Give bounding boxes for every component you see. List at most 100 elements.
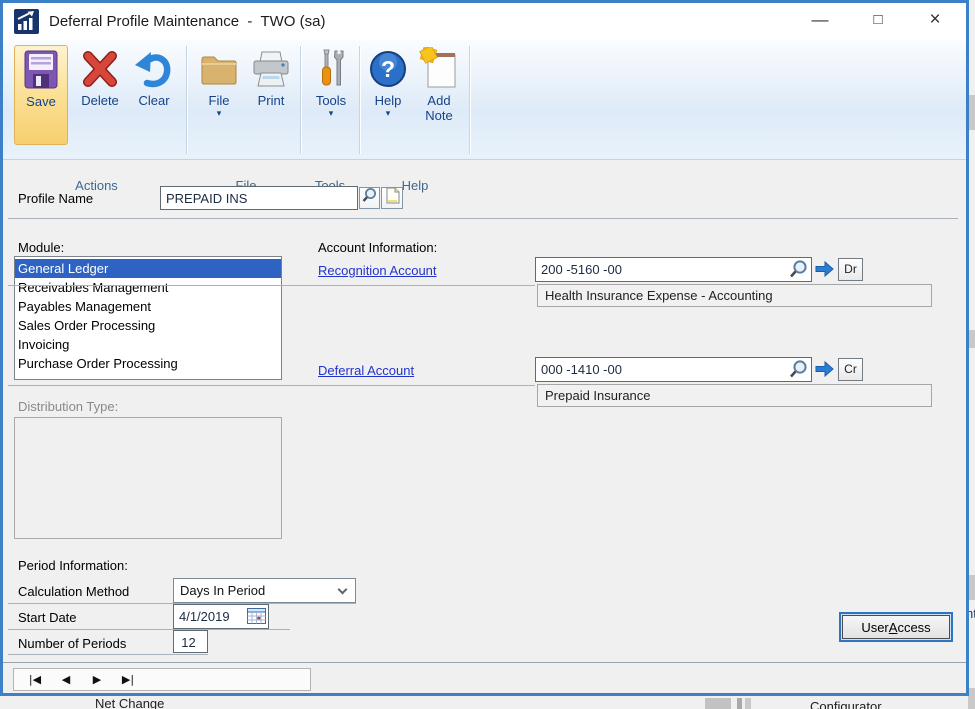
module-item[interactable]: Invoicing — [15, 335, 281, 354]
ribbon-separator — [186, 46, 187, 154]
background-fragment — [968, 688, 975, 709]
account-information-label: Account Information: — [318, 240, 437, 255]
chevron-down-icon — [338, 585, 348, 595]
module-item[interactable]: Payables Management — [15, 297, 281, 316]
file-dropdown-caret-icon: ▾ — [217, 108, 222, 118]
recognition-account-lookup-magnifier-icon[interactable] — [788, 259, 809, 285]
nav-last-record-button[interactable]: ▶| — [117, 673, 139, 686]
delete-label: Delete — [81, 93, 119, 108]
ribbon-separator — [359, 46, 360, 154]
deferral-account-description: Prepaid Insurance — [537, 384, 932, 407]
background-fragment — [968, 575, 975, 600]
profile-name-input[interactable]: PREPAID INS — [160, 186, 358, 210]
nav-first-record-button[interactable]: |◀ — [24, 673, 46, 686]
save-label: Save — [26, 94, 56, 109]
user-access-label-post: ccess — [897, 620, 930, 635]
page-icon — [385, 187, 400, 209]
profile-note-button[interactable] — [381, 187, 403, 209]
background-fragment — [968, 330, 975, 348]
profile-name-label: Profile Name — [18, 191, 93, 206]
divider — [8, 654, 208, 655]
user-access-button[interactable]: User Access — [839, 612, 953, 642]
wrench-screwdriver-icon — [311, 45, 351, 93]
tools-dropdown-caret-icon: ▾ — [329, 108, 334, 118]
module-listbox: General Ledger Receivables Management Pa… — [14, 256, 282, 380]
save-button[interactable]: Save — [14, 45, 68, 145]
divider — [8, 385, 535, 386]
deferral-account-input[interactable]: 000 -1410 -00 — [535, 357, 812, 382]
nav-previous-record-button[interactable]: ◀ — [55, 673, 77, 686]
module-item[interactable]: General Ledger — [15, 259, 281, 278]
magnifier-icon — [361, 187, 378, 209]
calculation-method-select[interactable]: Days In Period — [173, 578, 356, 603]
number-of-periods-label: Number of Periods — [18, 636, 126, 651]
number-of-periods-input[interactable]: 12 — [173, 630, 208, 653]
floppy-disk-icon — [21, 46, 61, 94]
start-date-label: Start Date — [18, 610, 77, 625]
background-fragment — [705, 698, 731, 709]
svg-text:?: ? — [381, 56, 395, 82]
file-label: File — [209, 93, 230, 108]
close-button[interactable]: × — [912, 3, 958, 39]
background-fragment — [737, 698, 742, 709]
maximize-button[interactable]: □ — [855, 3, 901, 39]
recognition-account-link[interactable]: Recognition Account — [318, 263, 437, 278]
print-label: Print — [258, 93, 285, 108]
profile-lookup-button[interactable] — [359, 187, 380, 209]
minimize-button[interactable]: — — [797, 3, 843, 39]
note-star-icon — [418, 45, 460, 93]
background-text-net-change: Net Change — [95, 696, 164, 709]
tools-button[interactable]: Tools ▾ — [306, 45, 356, 145]
delete-button[interactable]: Delete — [73, 45, 127, 145]
calculation-method-value: Days In Period — [180, 583, 265, 598]
bar-chart-growth-icon — [14, 9, 39, 39]
screen: nt Net Change Configurator Deferral Prof… — [0, 0, 975, 709]
recognition-account-go-arrow-icon[interactable] — [814, 260, 835, 283]
red-x-icon — [79, 45, 121, 93]
tools-label: Tools — [316, 93, 346, 108]
file-button[interactable]: File ▾ — [195, 45, 243, 145]
folder-icon — [198, 45, 240, 93]
deferral-account-lookup-magnifier-icon[interactable] — [788, 359, 809, 385]
recognition-account-input[interactable]: 200 -5160 -00 — [535, 257, 812, 282]
user-access-label-pre: User — [861, 620, 888, 635]
distribution-type-label: Distribution Type: — [18, 399, 118, 414]
ribbon-separator — [300, 46, 301, 154]
printer-icon — [249, 45, 293, 93]
divider — [8, 285, 535, 286]
divider — [8, 629, 290, 630]
module-item[interactable]: Sales Order Processing — [15, 316, 281, 335]
deferral-account-cr-button[interactable]: Cr — [838, 358, 863, 381]
recognition-account-description: Health Insurance Expense - Accounting — [537, 284, 932, 307]
module-item[interactable]: Receivables Management — [15, 278, 281, 297]
module-item[interactable]: Purchase Order Processing — [15, 354, 281, 373]
help-label: Help — [375, 93, 402, 108]
divider — [3, 662, 966, 663]
print-button[interactable]: Print — [245, 45, 297, 145]
period-information-label: Period Information: — [18, 558, 128, 573]
background-fragment — [968, 95, 975, 130]
ribbon-separator — [469, 46, 470, 154]
clear-label: Clear — [138, 93, 169, 108]
help-dropdown-caret-icon: ▾ — [386, 108, 391, 118]
undo-arrow-icon — [133, 45, 175, 93]
recognition-account-dr-button[interactable]: Dr — [838, 258, 863, 281]
clear-button[interactable]: Clear — [129, 45, 179, 145]
background-text-configurator: Configurator — [810, 699, 882, 709]
help-button[interactable]: ? Help ▾ — [365, 45, 411, 145]
distribution-type-listbox — [14, 417, 282, 539]
module-label: Module: — [18, 240, 64, 255]
record-navigation-bar: |◀ ◀ ▶ ▶| — [13, 668, 311, 691]
nav-next-record-button[interactable]: ▶ — [86, 673, 108, 686]
background-fragment — [745, 698, 751, 709]
divider — [8, 218, 958, 219]
deferral-account-link[interactable]: Deferral Account — [318, 363, 414, 378]
user-access-button-face: User Access — [842, 615, 950, 639]
deferral-account-go-arrow-icon[interactable] — [814, 360, 835, 383]
window-title: Deferral Profile Maintenance - TWO (sa) — [49, 3, 325, 40]
question-circle-icon: ? — [367, 45, 409, 93]
user-access-label-mnemonic: A — [889, 620, 898, 635]
calendar-icon[interactable] — [247, 607, 266, 630]
calculation-method-label: Calculation Method — [18, 584, 129, 599]
add-note-button[interactable]: Add Note — [413, 45, 465, 145]
